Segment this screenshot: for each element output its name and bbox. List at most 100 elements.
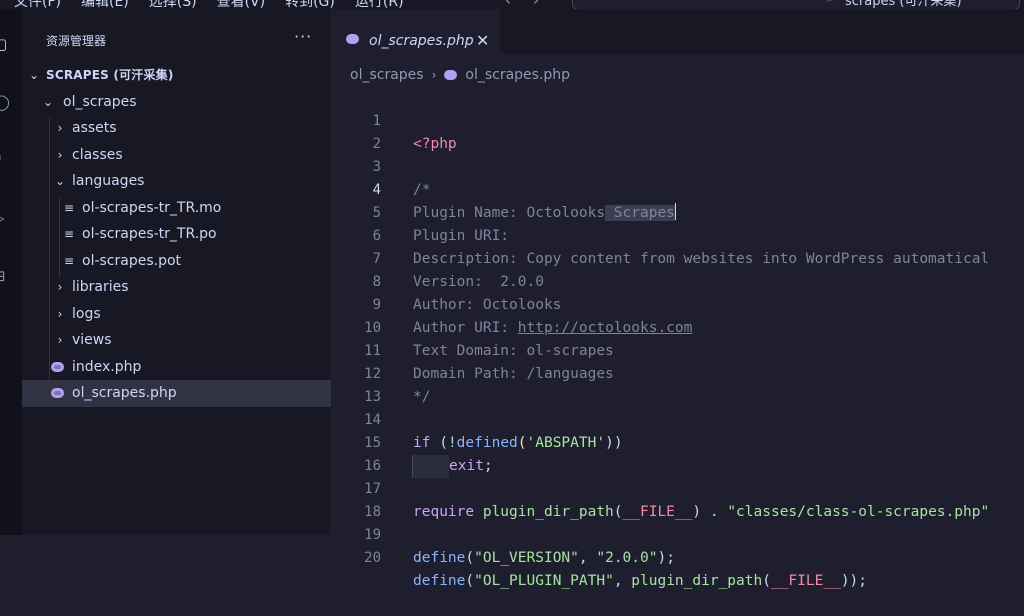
menu-bar: 文件(F) 编辑(E) 选择(S) 查看(V) 转到(G) 运行(R) ‹ › … bbox=[0, 0, 1024, 9]
tree-item-label: ol_scrapes bbox=[63, 93, 137, 110]
code-line: 2 bbox=[331, 110, 1024, 152]
php-elephant-icon bbox=[51, 388, 64, 398]
file-lines-icon: ≡ bbox=[64, 253, 75, 268]
tree-folder[interactable]: › views bbox=[22, 327, 331, 354]
tree-file-php-selected[interactable]: ol_scrapes.php bbox=[22, 380, 331, 407]
line-number: 20 bbox=[364, 550, 381, 566]
tree-item-label: classes bbox=[72, 146, 123, 163]
tab-label: ol_scrapes.php bbox=[369, 33, 474, 49]
menu-go[interactable]: 转到(G) bbox=[285, 0, 335, 9]
code-line: 19 define("OL_VERSION", "2.0.0"); bbox=[331, 501, 1024, 566]
code-line: 20 define("OL_PLUGIN_PATH", plugin_dir_p… bbox=[331, 524, 1024, 589]
file-lines-icon: ≡ bbox=[64, 227, 75, 241]
code-fragment: , bbox=[613, 573, 632, 589]
code-string: "OL_VERSION" bbox=[474, 550, 579, 566]
close-icon[interactable]: ✕ bbox=[476, 31, 489, 50]
menu-view[interactable]: 查看(V) bbox=[217, 0, 266, 9]
code-line: 15 exit; bbox=[331, 409, 1024, 478]
tab-ol-scrapes-php[interactable]: ol_scrapes.php ✕ bbox=[331, 9, 500, 55]
menu-run[interactable]: 运行(R) bbox=[355, 0, 404, 9]
tree-item-label: ol_scrapes.php bbox=[72, 385, 177, 401]
tree-item-label: ol-scrapes-tr_TR.mo bbox=[82, 199, 222, 216]
code-line: 17 require plugin_dir_path(__FILE__) . "… bbox=[331, 455, 1024, 520]
code-fragment: ( bbox=[465, 550, 475, 566]
search-icon: ⌕ bbox=[827, 0, 834, 6]
code-function: plugin_dir_path bbox=[631, 573, 763, 589]
breadcrumb: ol_scrapes › ol_scrapes.php bbox=[350, 67, 570, 83]
tree-folder[interactable]: ⌄ languages bbox=[22, 168, 331, 195]
code-line: 8 Author: Octolooks bbox=[331, 248, 1024, 313]
chevron-right-icon: › bbox=[57, 333, 63, 347]
php-elephant-icon bbox=[51, 361, 64, 372]
breadcrumb-folder[interactable]: ol_scrapes bbox=[350, 67, 424, 83]
tree-file[interactable]: ≡ ol-scrapes-tr_TR.po bbox=[22, 221, 331, 248]
code-line: 13 bbox=[331, 363, 1024, 405]
workspace-section[interactable]: ⌄ SCRAPES (可汗采集) bbox=[22, 62, 331, 89]
code-line: 11 Domain Path: /languages bbox=[331, 317, 1024, 382]
nav-forward-button[interactable]: › bbox=[533, 0, 539, 9]
tree-file[interactable]: ≡ ol-scrapes-tr_TR.mo bbox=[22, 195, 331, 222]
search-icon[interactable]: ◯ bbox=[0, 94, 10, 110]
tree-item-label: views bbox=[72, 332, 112, 348]
command-center[interactable]: ⌕ scrapes (可汗采集) bbox=[572, 0, 1020, 9]
tree-file-php[interactable]: index.php bbox=[22, 354, 331, 381]
more-actions-icon[interactable]: ··· bbox=[294, 27, 312, 46]
code-editor[interactable]: 1 <?php 2 3 /* 4 Plugin Name: Octolooks … bbox=[331, 87, 1024, 589]
code-line: 5 Plugin URI: bbox=[331, 179, 1024, 244]
nav-arrows: ‹ › bbox=[505, 0, 539, 9]
code-line: 10 Text Domain: ol-scrapes bbox=[331, 294, 1024, 359]
explorer-title: 资源管理器 bbox=[46, 34, 107, 48]
tab-bar: ol_scrapes.php ✕ bbox=[331, 9, 1024, 55]
breadcrumb-file[interactable]: ol_scrapes.php bbox=[465, 67, 570, 83]
tree-item-label: ol-scrapes-tr_TR.po bbox=[82, 226, 217, 242]
tree-folder[interactable]: › libraries bbox=[22, 274, 331, 301]
chevron-right-icon: › bbox=[57, 147, 63, 162]
tree-folder[interactable]: › logs bbox=[22, 301, 331, 328]
code-line: 9 Author URI: http://octolooks.com bbox=[331, 271, 1024, 336]
code-line-current: 4 Plugin Name: Octolooks Scrapes bbox=[331, 156, 1024, 221]
tree-item-label: index.php bbox=[72, 358, 142, 375]
source-control-icon[interactable]: ⑂ bbox=[0, 152, 9, 168]
chevron-down-icon: ⌄ bbox=[54, 174, 66, 188]
code-line: 12 */ bbox=[331, 340, 1024, 405]
nav-back-button[interactable]: ‹ bbox=[505, 0, 511, 9]
menu-file[interactable]: 文件(F) bbox=[14, 0, 61, 9]
code-function: define bbox=[413, 573, 466, 589]
tree-file[interactable]: ≡ ol-scrapes.pot bbox=[22, 248, 331, 275]
tree-folder[interactable]: › assets bbox=[22, 115, 331, 142]
editor-area: ol_scrapes.php ✕ ol_scrapes › ol_scrapes… bbox=[331, 9, 1024, 589]
code-line: 7 Version: 2.0.0 bbox=[331, 225, 1024, 290]
tree-item-label: libraries bbox=[72, 279, 129, 295]
code-line: 14 if (!defined('ABSPATH')) bbox=[331, 386, 1024, 451]
chevron-right-icon: › bbox=[431, 68, 437, 82]
code-line: 18 bbox=[331, 478, 1024, 520]
code-fragment: ); bbox=[657, 550, 675, 566]
menu-edit[interactable]: 编辑(E) bbox=[81, 0, 129, 9]
tree-item-label: logs bbox=[72, 305, 101, 322]
tree-folder-root[interactable]: ⌄ ol_scrapes bbox=[22, 89, 331, 116]
code-line: 16 bbox=[331, 432, 1024, 474]
explorer-sidebar: 资源管理器 ··· ⌄ SCRAPES (可汗采集) ⌄ ol_scrapes … bbox=[22, 9, 331, 535]
chevron-right-icon: › bbox=[57, 280, 63, 294]
tree-folder[interactable]: › classes bbox=[22, 142, 331, 169]
code-string: "2.0.0" bbox=[596, 550, 658, 566]
code-fragment: ( bbox=[762, 573, 771, 589]
chevron-right-icon: › bbox=[57, 306, 63, 321]
extensions-icon[interactable]: ⊞ bbox=[0, 268, 9, 284]
chevron-down-icon: ⌄ bbox=[42, 94, 54, 109]
chevron-down-icon: ⌄ bbox=[28, 68, 40, 82]
file-tree: ⌄ SCRAPES (可汗采集) ⌄ ol_scrapes › assets ›… bbox=[22, 62, 331, 407]
activity-bar: ▢ ◯ ⑂ ▷ ⊞ bbox=[0, 9, 22, 535]
php-elephant-icon bbox=[444, 70, 458, 80]
code-constant: __FILE__ bbox=[770, 573, 841, 589]
tree-item-label: ol-scrapes.pot bbox=[82, 252, 182, 269]
chevron-right-icon: › bbox=[57, 121, 63, 135]
explorer-icon[interactable]: ▢ bbox=[0, 36, 9, 52]
code-line: 1 <?php bbox=[331, 87, 1024, 152]
run-debug-icon[interactable]: ▷ bbox=[0, 210, 9, 226]
code-fragment: )); bbox=[840, 573, 868, 589]
code-line: 3 /* bbox=[331, 133, 1024, 198]
menu-selection[interactable]: 选择(S) bbox=[149, 0, 197, 9]
command-center-label: scrapes (可汗采集) bbox=[845, 0, 962, 9]
code-line: 6 Description: Copy content from website… bbox=[331, 202, 1024, 267]
